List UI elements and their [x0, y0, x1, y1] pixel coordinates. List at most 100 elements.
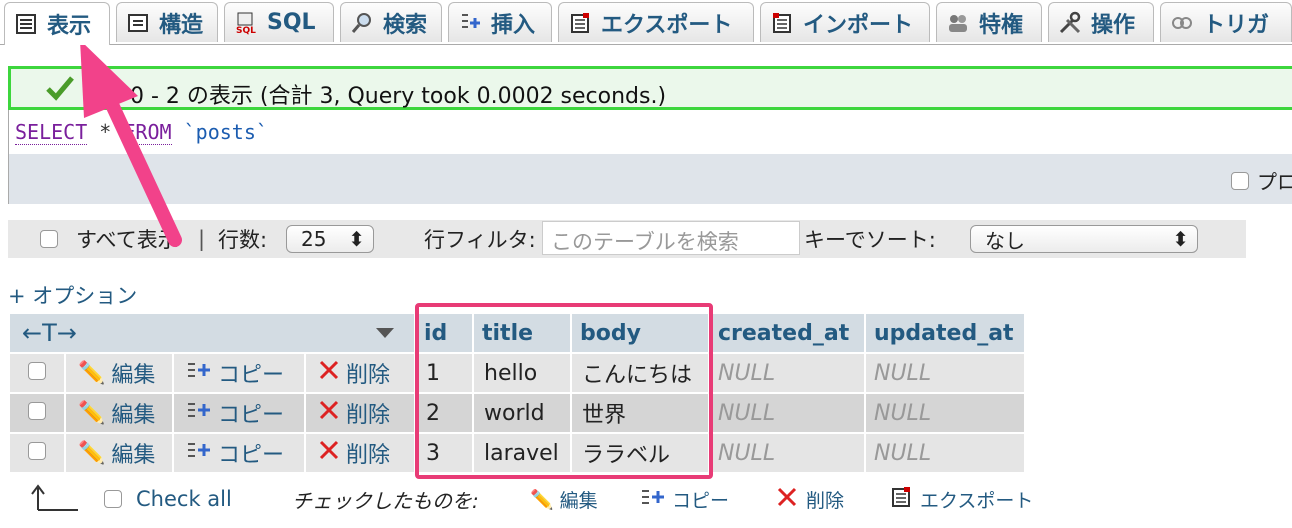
show-all-checkbox[interactable] — [40, 230, 58, 248]
cell-title[interactable]: hello — [472, 352, 572, 394]
delete-x-icon — [318, 400, 340, 426]
sql-query[interactable]: SELECT * FROM `posts` — [15, 120, 268, 145]
bulk-export-button[interactable]: エクスポート — [890, 482, 1033, 516]
row-checkbox[interactable] — [28, 401, 46, 420]
copy-button[interactable]: コピー — [174, 397, 304, 429]
sort-value: なし — [985, 228, 1025, 253]
tab-label: 操作 — [1091, 12, 1136, 38]
rows-value: 25 — [301, 227, 327, 251]
import-icon — [769, 10, 795, 36]
tab-operations[interactable]: 操作 — [1048, 2, 1154, 42]
delete-button[interactable]: 削除 — [306, 437, 414, 469]
check-all-label: Check all — [136, 487, 232, 511]
cell-updated-at[interactable]: NULL — [864, 392, 1026, 434]
cell-id[interactable]: 2 — [414, 392, 474, 434]
copy-button[interactable]: コピー — [174, 357, 304, 389]
sort-label: キーでソート: — [804, 228, 936, 252]
profiling-option[interactable]: プロ — [1231, 166, 1292, 195]
tab-label: 構造 — [159, 12, 204, 38]
column-header-body[interactable]: body — [570, 312, 710, 354]
pencil-icon: ✏️ — [78, 400, 106, 426]
tab-label: トリガ — [1203, 12, 1270, 38]
tab-label: 表示 — [47, 14, 92, 39]
table-row: ✏️ 編集 コピー 削除 2 world 世界 NULL NULL — [8, 392, 1026, 434]
column-header-title[interactable]: title — [472, 312, 572, 354]
tab-insert[interactable]: 挿入 — [448, 2, 552, 42]
triggers-icon — [1169, 10, 1195, 36]
options-link[interactable]: + オプション — [8, 280, 137, 310]
edit-button[interactable]: ✏️ 編集 — [66, 437, 172, 469]
delete-button[interactable]: 削除 — [306, 397, 414, 429]
browse-icon — [13, 11, 39, 37]
delete-button[interactable]: 削除 — [306, 357, 414, 389]
structure-icon — [125, 10, 151, 36]
result-summary: 行 0 - 2 の表示 (合計 3, Query took 0.0002 sec… — [101, 84, 667, 109]
tab-privileges[interactable]: 特権 — [936, 2, 1042, 42]
sql-icon: SQL — [233, 10, 259, 36]
copy-row-icon — [640, 487, 666, 512]
sql-star: * — [99, 120, 112, 144]
copy-row-icon — [186, 360, 212, 386]
cell-created-at[interactable]: NULL — [708, 352, 866, 394]
sql-table-name: `posts` — [183, 120, 268, 144]
tab-search[interactable]: 検索 — [340, 2, 442, 42]
row-checkbox[interactable] — [28, 441, 46, 460]
column-resize-handle[interactable]: ←T→ — [22, 319, 77, 347]
column-header-id[interactable]: id — [414, 312, 474, 354]
tab-structure[interactable]: 構造 — [116, 2, 218, 42]
cell-title[interactable]: world — [472, 392, 572, 434]
tab-browse[interactable]: 表示 — [4, 2, 110, 45]
cell-updated-at[interactable]: NULL — [864, 432, 1026, 474]
insert-icon — [457, 10, 483, 36]
bulk-edit-button[interactable]: ✏️ 編集 — [530, 482, 598, 516]
tab-triggers[interactable]: トリガ — [1160, 2, 1292, 42]
check-all-checkbox[interactable] — [104, 490, 122, 508]
table-row: ✏️ 編集 コピー 削除 3 laravel ララベル NULL NULL — [8, 432, 1026, 474]
tab-label: 挿入 — [491, 12, 536, 38]
sort-select[interactable]: なし ⬍ — [970, 225, 1198, 253]
cell-body[interactable]: ララベル — [570, 432, 710, 474]
rows-label: 行数: — [218, 228, 268, 252]
row-checkbox[interactable] — [28, 361, 46, 380]
sql-keyword-select: SELECT — [15, 120, 88, 145]
copy-button[interactable]: コピー — [174, 437, 304, 469]
tab-label: SQL — [267, 10, 316, 35]
profiling-checkbox[interactable] — [1231, 171, 1249, 190]
cell-body[interactable]: 世界 — [570, 392, 710, 434]
cell-body[interactable]: こんにちは — [570, 352, 710, 394]
operations-icon — [1057, 10, 1083, 36]
column-header-created-at[interactable]: created_at — [708, 312, 866, 354]
copy-row-icon — [186, 400, 212, 426]
row-filter-input[interactable]: このテーブルを検索 — [542, 221, 800, 255]
delete-x-icon — [776, 487, 798, 512]
tab-import[interactable]: インポート — [760, 2, 930, 42]
check-all-option[interactable]: Check all — [104, 482, 232, 516]
tab-label: エクスポート — [601, 12, 733, 38]
tab-label: インポート — [803, 12, 914, 38]
cell-updated-at[interactable]: NULL — [864, 352, 1026, 394]
show-all-option[interactable]: すべて表示 — [40, 225, 179, 253]
column-header-updated-at[interactable]: updated_at — [864, 312, 1026, 354]
cell-created-at[interactable]: NULL — [708, 432, 866, 474]
cell-created-at[interactable]: NULL — [708, 392, 866, 434]
cell-id[interactable]: 1 — [414, 352, 474, 394]
rows-select[interactable]: 25 ⬍ — [286, 225, 374, 253]
cell-title[interactable]: laravel — [472, 432, 572, 474]
table-header-row: ←T→ id title body created_at updated_at — [8, 312, 1026, 354]
bulk-copy-button[interactable]: コピー — [640, 482, 729, 516]
dropdown-triangle-icon[interactable] — [374, 321, 396, 346]
tab-label: 検索 — [383, 12, 428, 38]
tab-export[interactable]: エクスポート — [558, 2, 754, 42]
cell-id[interactable]: 3 — [414, 432, 474, 474]
tab-sql[interactable]: SQL SQL — [224, 2, 334, 42]
filter-label: 行フィルタ: — [424, 228, 536, 252]
with-selected-label: チェックしたものを: — [292, 488, 479, 513]
bulk-delete-button[interactable]: 削除 — [776, 482, 844, 516]
edit-button[interactable]: ✏️ 編集 — [66, 397, 172, 429]
sql-keyword-from: FROM — [123, 120, 172, 145]
copy-row-icon — [186, 440, 212, 466]
checkmark-icon — [45, 75, 75, 107]
sql-query-box: SELECT * FROM `posts` プロ — [8, 110, 1292, 204]
column-resize-header: ←T→ — [8, 312, 416, 354]
edit-button[interactable]: ✏️ 編集 — [66, 357, 172, 389]
